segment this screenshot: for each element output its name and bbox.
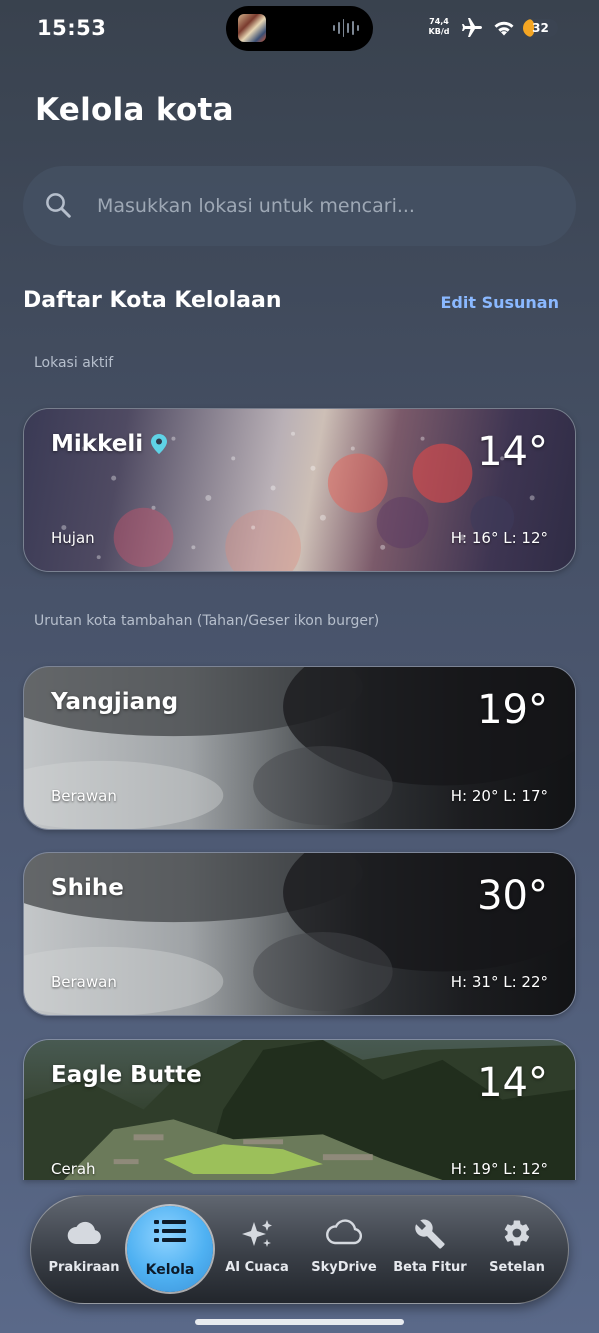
page-title: Kelola kota [35,92,234,128]
search-icon [46,193,71,218]
city-name: Yangjiang [51,689,179,715]
city-card-yangjiang[interactable]: Yangjiang 19° Berawan H: 20° L: 17° [23,666,576,830]
battery-percent: 32 [532,21,549,35]
nav-item-beta-fitur[interactable]: Beta Fitur [387,1196,473,1305]
city-card-mikkeli[interactable]: Mikkeli 14° Hujan H: 16° L: 12° [23,408,576,572]
section-title: Daftar Kota Kelolaan [23,288,282,313]
nav-label: AI Cuaca [225,1260,289,1275]
city-high-low: H: 19° L: 12° [450,1160,548,1178]
active-location-hint: Lokasi aktif [34,355,114,371]
city-high-low: H: 16° L: 12° [450,529,548,547]
city-temperature: 30° [477,873,548,919]
nav-item-setelan[interactable]: Setelan [474,1196,560,1305]
search-input[interactable] [97,186,537,226]
edit-order-link[interactable]: Edit Susunan [441,293,560,312]
search-bar[interactable] [23,166,576,246]
nav-label: SkyDrive [311,1260,377,1275]
city-high-low: H: 31° L: 22° [450,973,548,991]
city-temperature: 14° [477,429,548,475]
sparkles-icon [242,1220,272,1247]
city-condition: Berawan [51,973,117,991]
network-speed: 74,4 KB/d [424,17,454,37]
cloud-outline-icon [326,1219,363,1245]
nav-label: Setelan [489,1260,545,1275]
network-speed-value: 74,4 [429,17,449,26]
bottom-navigation: Prakiraan Kelola AI Cuaca SkyDrive Beta … [30,1195,569,1304]
list-icon [154,1220,186,1242]
nav-item-skydrive[interactable]: SkyDrive [301,1196,387,1305]
city-name: Shihe [51,875,124,901]
city-temperature: 19° [477,687,548,733]
nav-item-kelola[interactable]: Kelola [127,1196,213,1305]
city-card-eagle-butte[interactable]: Eagle Butte 14° Cerah H: 19° L: 12° [23,1039,576,1180]
home-indicator[interactable] [195,1319,404,1325]
nav-label: Beta Fitur [393,1260,467,1275]
city-name-text: Mikkeli [51,431,144,457]
battery-indicator: 32 [523,19,558,37]
city-condition: Berawan [51,787,117,805]
nav-label: Prakiraan [48,1260,120,1275]
cloud-icon [67,1221,101,1244]
nav-item-ai-cuaca[interactable]: AI Cuaca [214,1196,300,1305]
map-pin-icon [151,434,168,454]
now-playing-artwork [238,14,266,42]
nav-label: Kelola [145,1262,195,1278]
city-name: Eagle Butte [51,1062,202,1088]
status-time: 15:53 [37,16,107,40]
audio-waveform-icon [333,18,359,38]
city-condition: Hujan [51,529,95,547]
gear-icon [504,1220,530,1246]
nav-item-prakiraan[interactable]: Prakiraan [41,1196,127,1305]
city-high-low: H: 20° L: 17° [450,787,548,805]
city-card-shihe[interactable]: Shihe 30° Berawan H: 31° L: 22° [23,852,576,1016]
airplane-icon [462,18,482,37]
status-bar: 15:53 74,4 KB/d 32 [0,0,599,56]
extra-cities-hint: Urutan kota tambahan (Tahan/Geser ikon b… [34,613,380,629]
city-temperature: 14° [477,1060,548,1106]
network-speed-unit: KB/d [428,27,450,36]
city-name: Mikkeli [51,431,168,457]
city-condition: Cerah [51,1160,96,1178]
dynamic-island[interactable] [226,6,373,51]
wrench-icon [415,1219,445,1249]
wifi-icon [494,21,514,36]
